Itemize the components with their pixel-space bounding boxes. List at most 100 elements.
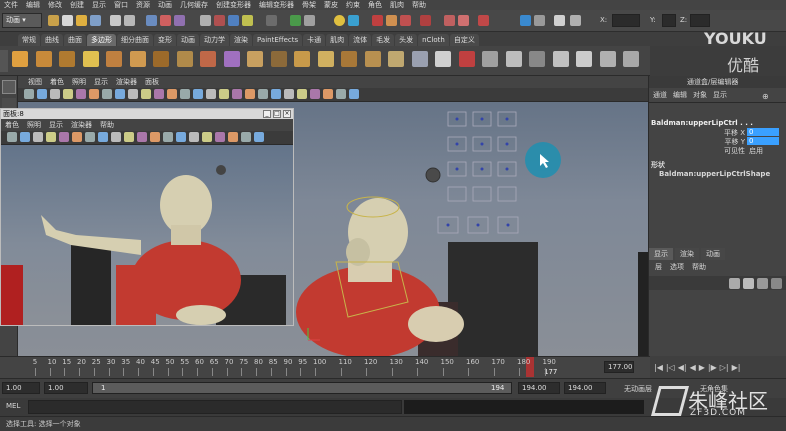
panel-tool-icon[interactable] <box>98 132 108 142</box>
polygon-sphere-icon[interactable] <box>12 51 28 67</box>
panel-tool-icon[interactable] <box>163 132 173 142</box>
panel-tool-icon[interactable] <box>111 132 121 142</box>
viewport-tool-icon[interactable] <box>115 89 125 99</box>
menu-item[interactable]: 角色 <box>364 0 386 10</box>
playback-end-field[interactable]: 194.00 <box>518 382 560 394</box>
joint-mask-icon[interactable] <box>174 15 185 26</box>
floating-panel-window[interactable]: 面板:8 _ □ × 着色 照明 显示 渲染器 帮助 <box>0 108 294 326</box>
viewport-tool-icon[interactable] <box>349 89 359 99</box>
viewport-tool-icon[interactable] <box>271 89 281 99</box>
viewport-tool-icon[interactable] <box>284 89 294 99</box>
shelf-tab[interactable]: 肌肉 <box>326 34 349 46</box>
panel-menu-item[interactable]: 照明 <box>23 120 45 130</box>
current-time-field[interactable]: 177.00 <box>604 361 634 373</box>
viewport-tool-icon[interactable] <box>154 89 164 99</box>
shelf-tab[interactable]: 常规 <box>18 34 40 46</box>
snap-grid-icon[interactable] <box>200 15 211 26</box>
panel-tool-icon[interactable] <box>176 132 186 142</box>
go-start-icon[interactable]: |◀ <box>654 363 663 372</box>
shelf-tab[interactable]: 渲染 <box>230 34 252 46</box>
select-tool-icon[interactable] <box>2 80 16 94</box>
history-icon[interactable] <box>266 15 277 26</box>
viewport-tool-icon[interactable] <box>336 89 346 99</box>
hypershade-icon[interactable] <box>400 15 411 26</box>
panel-tool-icon[interactable] <box>7 132 17 142</box>
append-icon[interactable] <box>411 51 428 67</box>
viewport-tool-icon[interactable] <box>206 89 216 99</box>
menu-item[interactable]: 动画 <box>154 0 176 10</box>
shelf-tab[interactable]: 动画 <box>177 34 199 46</box>
panel-menu-item[interactable]: 帮助 <box>96 120 118 130</box>
render-preview-icon[interactable] <box>478 15 489 26</box>
layer-scroll-icon[interactable] <box>771 278 782 289</box>
panel-scene[interactable] <box>1 145 293 325</box>
menu-item[interactable]: 创建变形器 <box>212 0 255 10</box>
channel-menu-item[interactable]: 显示 <box>713 90 727 100</box>
extrude-icon[interactable] <box>364 51 381 67</box>
shape-name[interactable]: Baldman:upperLipCtrlShape <box>659 170 770 178</box>
absolute-mode-icon[interactable] <box>570 15 581 26</box>
separate-icon[interactable] <box>294 51 310 67</box>
anim-layer-label[interactable]: 无动画层 <box>624 384 652 394</box>
render-view-icon[interactable] <box>420 15 431 26</box>
polygon-torus-icon[interactable] <box>129 51 146 67</box>
select-object-icon[interactable] <box>124 15 135 26</box>
layer-tab[interactable]: 动画 <box>701 248 725 260</box>
panel-tool-icon[interactable] <box>189 132 199 142</box>
viewport-menu-item[interactable]: 照明 <box>68 77 90 87</box>
animation-start-field[interactable]: 1.00 <box>2 382 40 394</box>
shelf-menu-icon[interactable] <box>0 50 8 72</box>
menu-item[interactable]: 约束 <box>342 0 364 10</box>
panel-menu-item[interactable]: 渲染器 <box>67 120 96 130</box>
z-field[interactable] <box>690 14 710 27</box>
polygon-helix-icon[interactable] <box>223 51 240 67</box>
relative-mode-icon[interactable] <box>534 15 545 26</box>
new-layer-icon[interactable] <box>729 278 740 289</box>
panel-tool-icon[interactable] <box>137 132 147 142</box>
layer-menu-item[interactable]: 选项 <box>670 262 684 272</box>
channel-menu-item[interactable]: 对象 <box>693 90 707 100</box>
viewport-tool-icon[interactable] <box>128 89 138 99</box>
viewport-tool-icon[interactable] <box>310 89 320 99</box>
save-scene-icon[interactable] <box>90 15 101 26</box>
panel-tool-icon[interactable] <box>202 132 212 142</box>
x-field[interactable] <box>612 14 640 27</box>
shelf-tab[interactable]: 卡通 <box>303 34 326 46</box>
viewport-tool-icon[interactable] <box>50 89 60 99</box>
close-button[interactable]: × <box>283 110 291 118</box>
uv-editor-icon[interactable] <box>576 51 592 67</box>
facial-control-grid[interactable] <box>437 111 519 234</box>
smooth-icon[interactable] <box>341 51 357 67</box>
shelf-tab[interactable]: 流体 <box>349 34 372 46</box>
maximize-button[interactable]: □ <box>273 110 281 118</box>
checker-icon[interactable] <box>599 51 616 67</box>
menu-item[interactable]: 编辑 <box>22 0 44 10</box>
batch-render-icon[interactable] <box>458 15 469 26</box>
viewport-menu-item[interactable]: 视图 <box>24 77 46 87</box>
viewport-menu-item[interactable]: 渲染器 <box>112 77 141 87</box>
offset-edge-icon[interactable] <box>482 51 498 67</box>
go-end-icon[interactable]: ▶| <box>732 363 741 372</box>
viewport-tool-icon[interactable] <box>180 89 190 99</box>
menu-item[interactable]: 窗口 <box>110 0 132 10</box>
polygon-prism-icon[interactable] <box>153 51 169 67</box>
snap-point-icon[interactable] <box>228 15 239 26</box>
menu-item[interactable]: 资源 <box>132 0 154 10</box>
polygon-cube-icon[interactable] <box>35 51 52 67</box>
attr-value[interactable]: 启用 <box>747 146 765 156</box>
transfer-icon[interactable] <box>623 51 639 67</box>
polygon-soccer-ball-icon[interactable] <box>247 51 263 67</box>
panel-tool-icon[interactable] <box>254 132 264 142</box>
step-back-icon[interactable]: ◀| <box>678 363 687 372</box>
layer-tab[interactable]: 渲染 <box>675 248 699 260</box>
viewport-tool-icon[interactable] <box>63 89 73 99</box>
panel-tool-icon[interactable] <box>59 132 69 142</box>
globe-icon[interactable] <box>520 15 531 26</box>
shelf-tab[interactable]: nCloth <box>418 34 449 46</box>
channel-attr-row[interactable]: 平移 Y0 <box>649 137 786 146</box>
panel-menu-item[interactable]: 显示 <box>45 120 67 130</box>
layer-options-icon[interactable] <box>757 278 768 289</box>
polygon-pyramid-icon[interactable] <box>176 51 193 67</box>
handle-icon[interactable] <box>160 15 171 26</box>
output-icon[interactable] <box>304 15 315 26</box>
